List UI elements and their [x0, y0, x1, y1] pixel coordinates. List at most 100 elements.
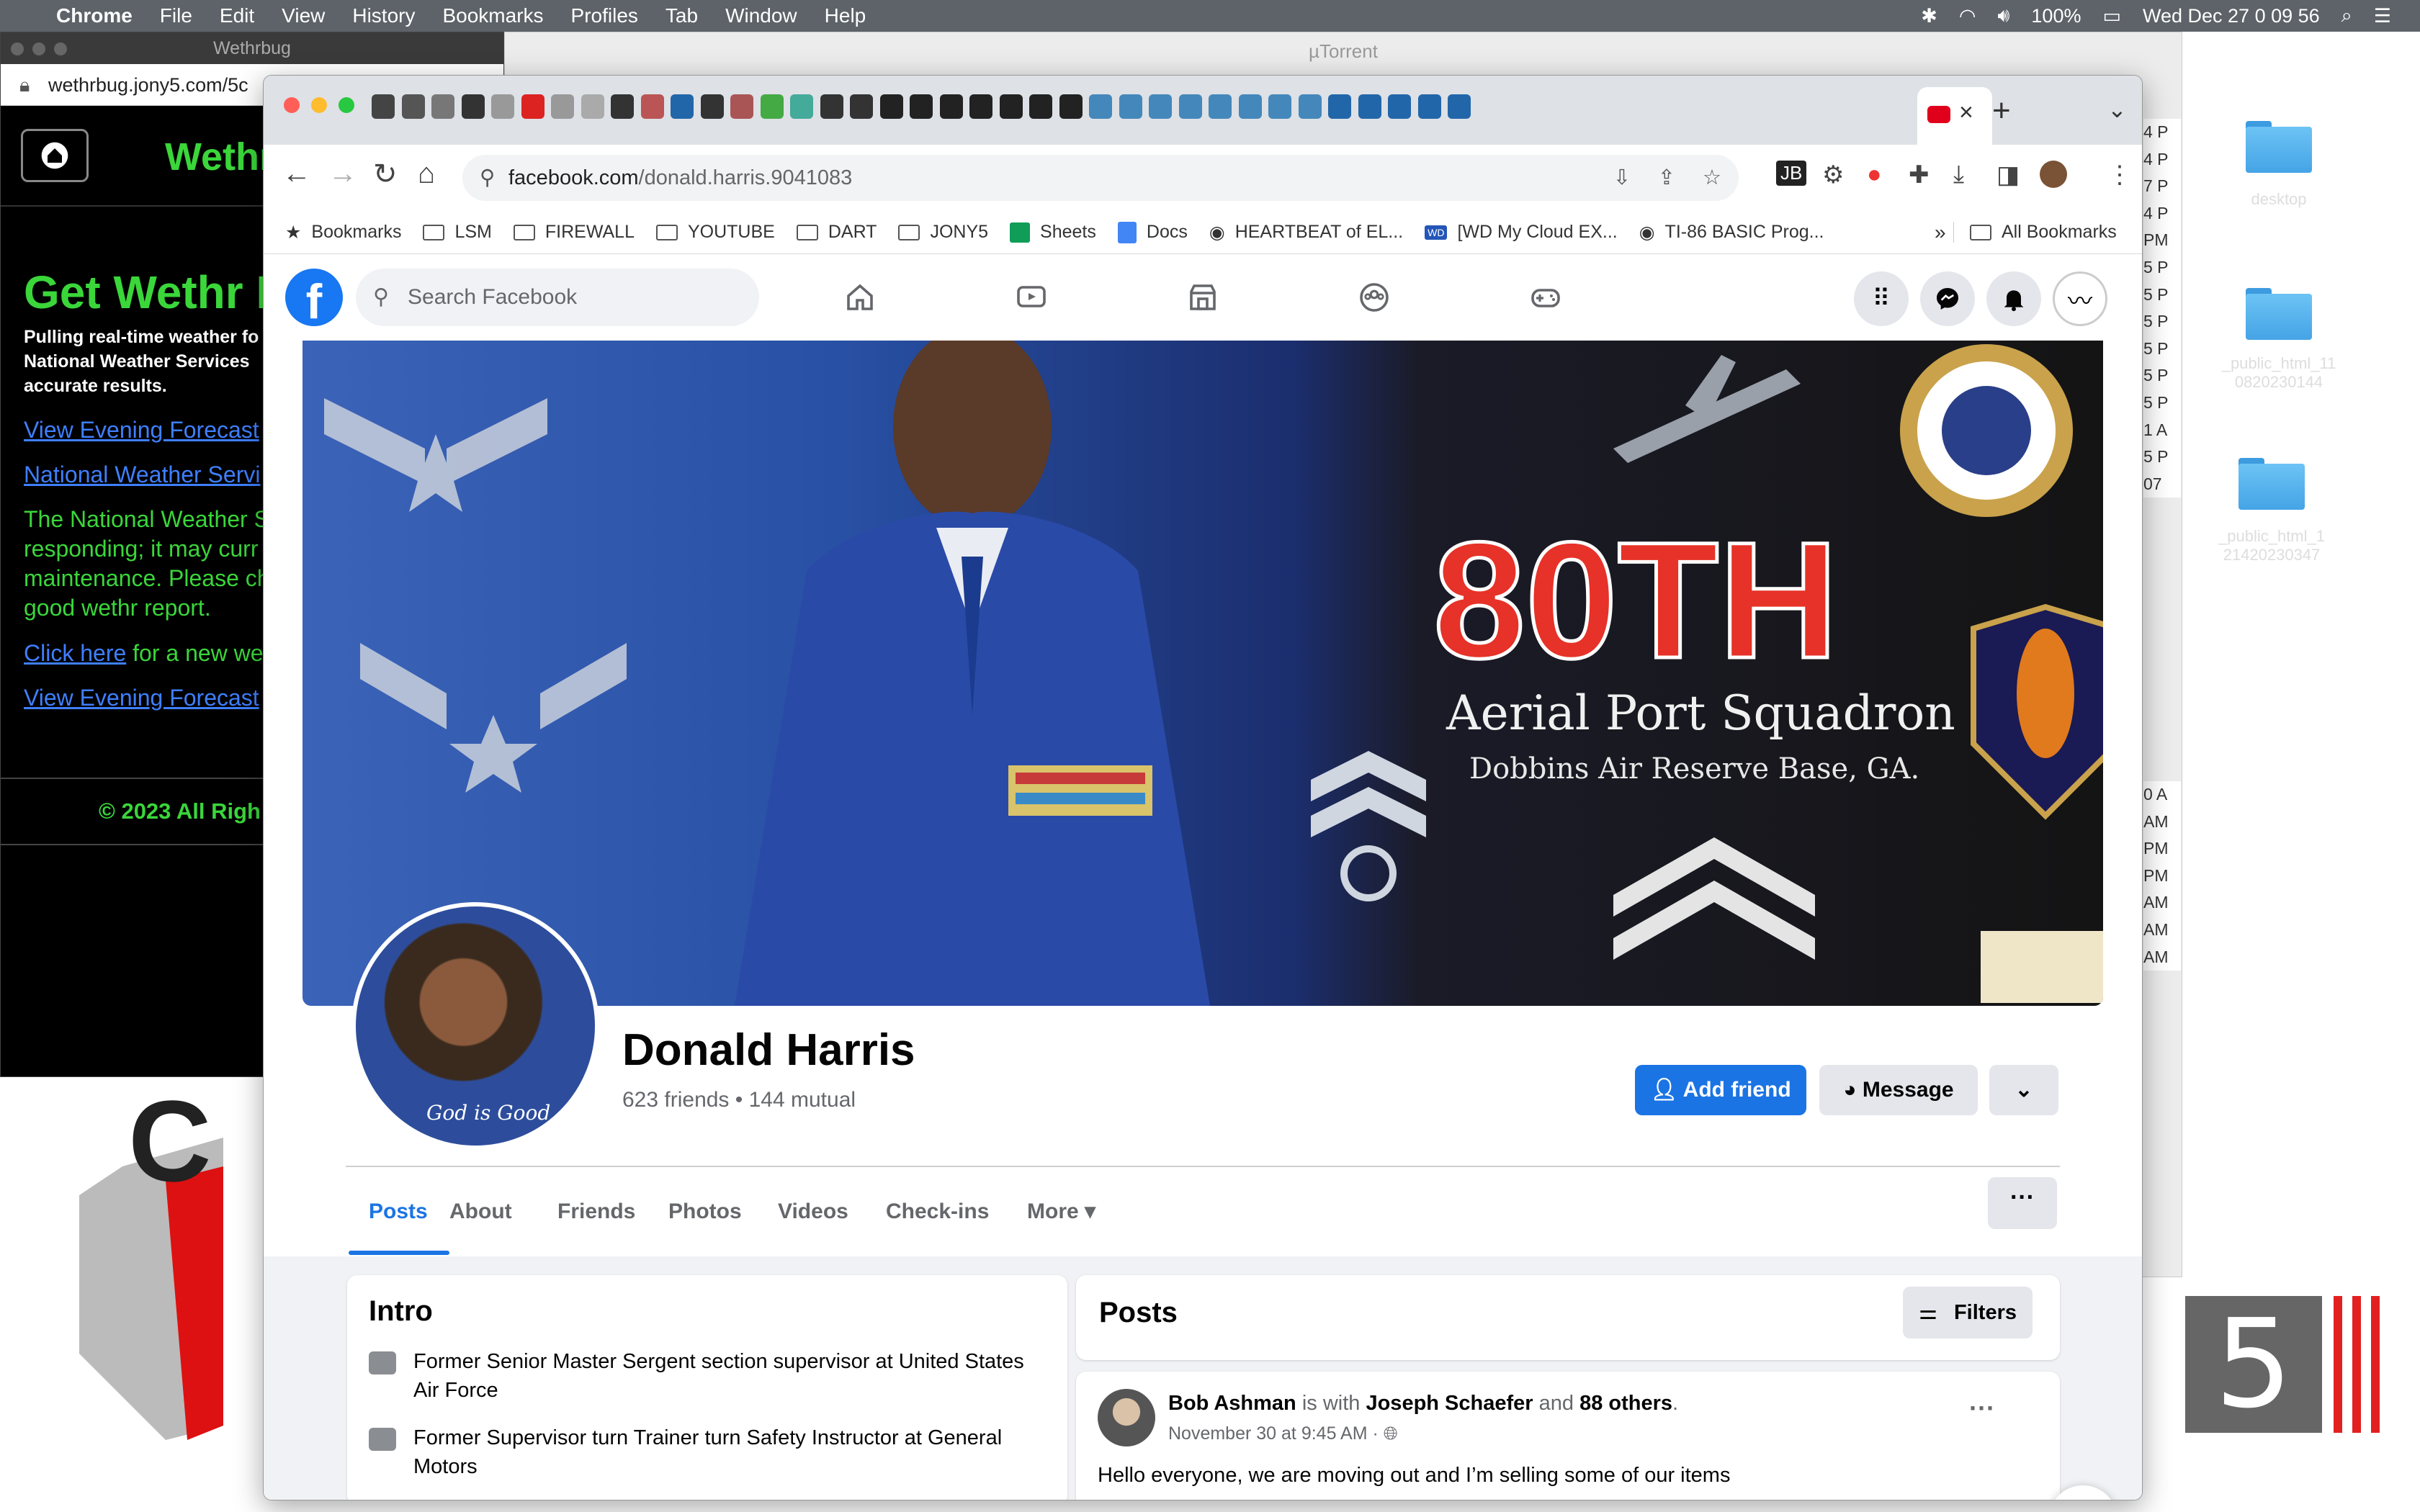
pinned-tab-favicon-icon[interactable] [879, 94, 903, 119]
bookmark-folder[interactable]: DART [796, 222, 877, 243]
post-author-avatar[interactable] [1098, 1389, 1155, 1446]
pinned-tab-favicon-icon[interactable] [790, 94, 813, 119]
forward-button[interactable]: → [328, 158, 357, 190]
tab-friends[interactable]: Friends [557, 1192, 635, 1232]
pinned-tab-favicon-icon[interactable] [1238, 94, 1262, 119]
pinned-tab-favicon-icon[interactable] [1298, 94, 1322, 119]
pinned-tab-favicon-icon[interactable] [401, 94, 425, 119]
folder-label[interactable]: desktop [2207, 190, 2351, 209]
pinned-tab-favicon-icon[interactable] [999, 94, 1023, 119]
menu-bookmarks[interactable]: Bookmarks [442, 4, 543, 27]
post-tagged-others[interactable]: 88 others [1579, 1392, 1672, 1415]
pinned-tab-favicon-icon[interactable] [521, 94, 544, 119]
bookmark-folder[interactable]: YOUTUBE [655, 222, 775, 243]
battery-percent[interactable]: 100% [2031, 5, 2081, 27]
tab-about[interactable]: About [449, 1192, 512, 1232]
bookmark-item[interactable]: ★ Bookmarks [285, 222, 401, 243]
friends-count[interactable]: 623 friends • 144 mutual [622, 1088, 856, 1112]
tab-photos[interactable]: Photos [668, 1192, 742, 1232]
pinned-tab-favicon-icon[interactable] [910, 94, 933, 119]
groups-nav-icon[interactable] [1354, 277, 1394, 318]
bookmark-item[interactable]: ◉ TI-86 BASIC Prog... [1639, 222, 1824, 243]
profile-more-button[interactable]: ··· [1988, 1177, 2057, 1229]
volume-icon[interactable]: 🔊︎ [1997, 4, 2009, 27]
post-timestamp[interactable]: November 30 at 9:45 AM · 🌐︎ [1168, 1423, 1398, 1444]
marketplace-nav-icon[interactable] [1183, 277, 1223, 318]
folder-label[interactable]: _public_html_11 0820230144 [2207, 354, 2351, 392]
pinned-tab-favicon-icon[interactable] [850, 94, 873, 119]
pinned-tab-favicon-icon[interactable] [730, 94, 753, 119]
menu-file[interactable]: File [160, 4, 192, 27]
menu-history[interactable]: History [352, 4, 415, 27]
menu-window[interactable]: Window [725, 4, 797, 27]
install-icon[interactable]: ⇩ [1613, 155, 1631, 201]
reload-button[interactable]: ↻ [373, 158, 398, 191]
pinned-tab-favicon-icon[interactable] [1417, 94, 1441, 119]
close-tab-icon[interactable]: × [1959, 99, 1973, 127]
extensions-puzzle-icon[interactable]: ✚ [1909, 161, 1930, 189]
tab-posts[interactable]: Posts [369, 1192, 428, 1232]
folder-icon[interactable] [2238, 458, 2305, 510]
pinned-tab-favicon-icon[interactable] [1089, 94, 1112, 119]
pinned-tab-favicon-icon[interactable] [760, 94, 784, 119]
bookmark-item[interactable]: WD [WD My Cloud EX... [1425, 222, 1618, 243]
zoom-dot[interactable] [54, 42, 67, 55]
menu-grid-icon[interactable]: ⠿ [1854, 271, 1909, 326]
menu-profiles[interactable]: Profiles [571, 4, 638, 27]
menu-edit[interactable]: Edit [220, 4, 254, 27]
home-button[interactable] [21, 129, 89, 182]
pinned-tab-favicon-icon[interactable] [1059, 94, 1083, 119]
tab-check-ins[interactable]: Check-ins [886, 1192, 989, 1232]
minimize-window-button[interactable] [311, 97, 327, 113]
pinned-tab-favicon-icon[interactable] [820, 94, 843, 119]
bookmark-item[interactable]: Sheets [1010, 222, 1096, 243]
bluetooth-icon[interactable]: ✱ [1921, 5, 1937, 27]
pinned-tab-favicon-icon[interactable] [671, 94, 694, 119]
account-avatar[interactable]: 〰 [2053, 271, 2107, 326]
gear-extension-icon[interactable]: ⚙ [1822, 161, 1844, 189]
pinned-tab-favicon-icon[interactable] [969, 94, 992, 119]
nws-link[interactable]: National Weather Servi [24, 462, 260, 488]
downloads-icon[interactable]: ⤓ [1953, 161, 1964, 189]
bookmarks-overflow-button[interactable]: » [1935, 221, 1946, 244]
all-bookmarks-button[interactable]: All Bookmarks [1953, 222, 2117, 243]
folder-icon[interactable] [2246, 121, 2312, 173]
pinned-tab-favicon-icon[interactable] [1388, 94, 1411, 119]
control-center-icon[interactable]: ☰ [2374, 5, 2391, 27]
pinned-tab-favicon-icon[interactable] [1328, 94, 1351, 119]
pinned-tab-favicon-icon[interactable] [1029, 94, 1052, 119]
pinned-tab-favicon-icon[interactable] [1448, 94, 1471, 119]
add-friend-button[interactable]: 👤︎ Add friend [1635, 1065, 1806, 1115]
clock[interactable]: Wed Dec 27 0 09 56 [2143, 5, 2320, 27]
pinned-tab-favicon-icon[interactable] [551, 94, 574, 119]
utorrent-title[interactable]: µTorrent [505, 32, 2182, 70]
post-options-button[interactable]: ··· [1969, 1393, 1995, 1423]
cover-photo[interactable]: 80TH Aerial Port Squadron Dobbins Air Re… [302, 341, 2103, 1006]
bookmark-star-icon[interactable]: ☆ [1703, 155, 1721, 201]
pinned-tab-favicon-icon[interactable] [491, 94, 514, 119]
bookmark-item[interactable]: ◉ HEARTBEAT of EL... [1209, 222, 1403, 243]
post-tagged-person[interactable]: Joseph Schaefer [1366, 1392, 1533, 1415]
menu-tab[interactable]: Tab [666, 4, 698, 27]
filters-button[interactable]: ⚌ Filters [1903, 1287, 2033, 1338]
back-button[interactable]: ← [282, 158, 311, 190]
wethrbug-titlebar[interactable]: Wethrbug [1, 32, 503, 64]
message-button[interactable]: ◕ Message [1819, 1065, 1978, 1115]
opera-extension-icon[interactable]: ● [1867, 161, 1882, 189]
pinned-tab-favicon-icon[interactable] [1149, 94, 1172, 119]
share-icon[interactable]: ⇪ [1658, 155, 1675, 201]
close-dot[interactable] [11, 42, 24, 55]
pinned-tab-favicon-icon[interactable] [640, 94, 664, 119]
evening-forecast-link-2[interactable]: View Evening Forecast [24, 685, 259, 711]
pinned-tab-favicon-icon[interactable] [1209, 94, 1232, 119]
chrome-menu-icon[interactable]: ⋮ [2107, 161, 2132, 189]
side-panel-icon[interactable]: ◨ [1996, 161, 2020, 189]
tab-videos[interactable]: Videos [778, 1192, 848, 1232]
profile-picture[interactable]: God is Good [351, 902, 599, 1150]
pinned-tab-favicon-icon[interactable] [611, 94, 634, 119]
bookmark-folder[interactable]: JONY5 [898, 222, 988, 243]
folder-label[interactable]: _public_html_1 21420230347 [2200, 527, 2344, 564]
wifi-icon[interactable]: ◠ [1959, 5, 1976, 27]
gaming-nav-icon[interactable] [1525, 277, 1566, 318]
pinned-tab-favicon-icon[interactable] [431, 94, 454, 119]
